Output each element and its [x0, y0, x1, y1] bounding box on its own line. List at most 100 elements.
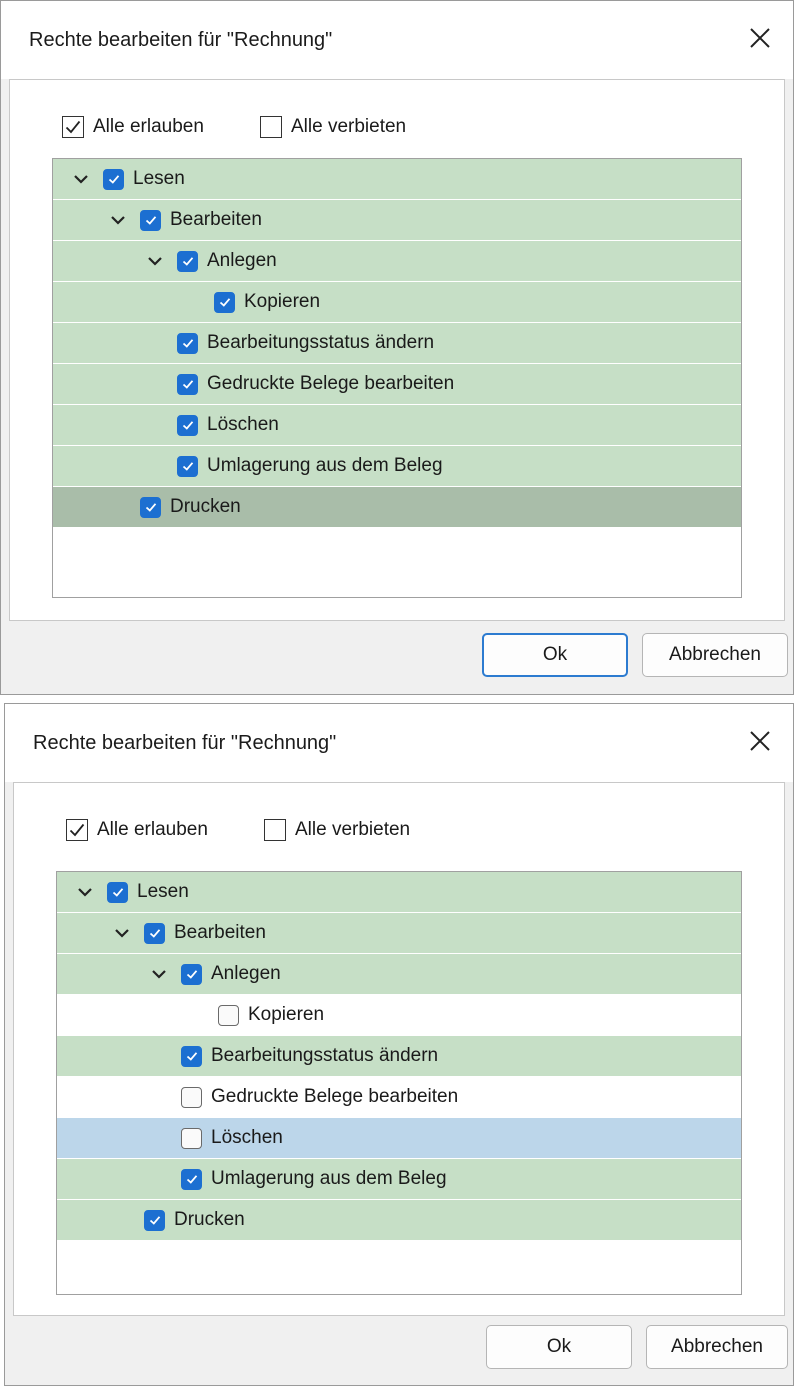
- permission-checkbox[interactable]: [177, 332, 198, 354]
- permission-label: Kopieren: [244, 291, 321, 312]
- tree-row[interactable]: Anlegen: [53, 241, 741, 282]
- cancel-button[interactable]: Abbrechen: [642, 633, 788, 677]
- allow-all-label: Alle erlauben: [93, 116, 204, 137]
- allow-all-label: Alle erlauben: [97, 819, 208, 840]
- permission-label: Lesen: [133, 168, 185, 189]
- permission-checkbox[interactable]: [107, 881, 128, 903]
- tree-row[interactable]: Bearbeitungsstatus ändern: [57, 1036, 741, 1077]
- permission-checkbox[interactable]: [177, 414, 198, 436]
- permission-label: Bearbeitungsstatus ändern: [207, 332, 435, 353]
- permission-label: Löschen: [211, 1127, 283, 1148]
- permission-label: Anlegen: [207, 250, 277, 271]
- permission-checkbox[interactable]: [181, 1086, 202, 1108]
- tree-row[interactable]: Anlegen: [57, 954, 741, 995]
- permissions-tree[interactable]: Lesen Bearbeiten Anlegen Kopieren Bearbeitun…: [56, 871, 742, 1295]
- permissions-tree[interactable]: Lesen Bearbeiten Anlegen Kopieren Bearbeitun…: [52, 158, 742, 598]
- checkbox-box: [62, 116, 84, 138]
- tree-row[interactable]: Drucken: [57, 1200, 741, 1241]
- permission-checkbox[interactable]: [177, 373, 198, 395]
- checkbox-box: [260, 116, 282, 138]
- title-bar: Rechte bearbeiten für "Rechnung": [5, 704, 793, 782]
- tree-row[interactable]: Bearbeitungsstatus ändern: [53, 323, 741, 364]
- permission-checkbox[interactable]: [103, 168, 124, 190]
- permission-label: Bearbeitungsstatus ändern: [211, 1045, 439, 1066]
- permission-label: Löschen: [207, 414, 279, 435]
- permission-label: Umlagerung aus dem Beleg: [207, 455, 443, 476]
- tree-row[interactable]: Löschen: [53, 405, 741, 446]
- allow-all-checkbox[interactable]: Alle erlauben: [62, 112, 204, 142]
- content-panel: Alle erlauben Alle verbieten Lesen Bearbe…: [13, 782, 785, 1316]
- permission-checkbox[interactable]: [214, 291, 235, 313]
- chevron-down-icon[interactable]: [149, 964, 169, 984]
- deny-all-label: Alle verbieten: [295, 819, 411, 840]
- tree-row[interactable]: Umlagerung aus dem Beleg: [57, 1159, 741, 1200]
- close-icon[interactable]: [745, 726, 775, 756]
- chevron-down-icon[interactable]: [108, 210, 128, 230]
- permission-label: Kopieren: [248, 1004, 325, 1025]
- cancel-label: Abbrechen: [671, 1336, 763, 1357]
- deny-all-checkbox[interactable]: Alle verbieten: [260, 112, 406, 142]
- chevron-down-icon[interactable]: [75, 882, 95, 902]
- permission-checkbox[interactable]: [140, 496, 161, 518]
- dialog-title: Rechte bearbeiten für "Rechnung": [33, 732, 337, 754]
- ok-button[interactable]: Ok: [482, 633, 628, 677]
- title-bar: Rechte bearbeiten für "Rechnung": [1, 1, 793, 79]
- permission-label: Drucken: [170, 496, 241, 517]
- close-icon[interactable]: [745, 23, 775, 53]
- checkbox-box: [264, 819, 286, 841]
- tree-row[interactable]: Lesen: [53, 159, 741, 200]
- chevron-down-icon[interactable]: [112, 923, 132, 943]
- dialog-title: Rechte bearbeiten für "Rechnung": [29, 29, 333, 51]
- deny-all-checkbox[interactable]: Alle verbieten: [264, 815, 410, 845]
- permission-checkbox[interactable]: [218, 1004, 239, 1026]
- permission-label: Umlagerung aus dem Beleg: [211, 1168, 447, 1189]
- tree-row[interactable]: Löschen: [57, 1118, 741, 1159]
- permission-label: Bearbeiten: [170, 209, 262, 230]
- chevron-down-icon[interactable]: [71, 169, 91, 189]
- tree-row[interactable]: Gedruckte Belege bearbeiten: [53, 364, 741, 405]
- tree-row[interactable]: Bearbeiten: [53, 200, 741, 241]
- permission-checkbox[interactable]: [140, 209, 161, 231]
- permission-checkbox[interactable]: [177, 455, 198, 477]
- permission-checkbox[interactable]: [181, 1168, 202, 1190]
- tree-row[interactable]: Lesen: [57, 872, 741, 913]
- ok-label: Ok: [546, 1336, 572, 1357]
- tree-row[interactable]: Kopieren: [57, 995, 741, 1036]
- permission-label: Drucken: [174, 1209, 245, 1230]
- tree-row[interactable]: Drucken: [53, 487, 741, 528]
- permission-label: Lesen: [137, 881, 189, 902]
- chevron-down-icon[interactable]: [145, 251, 165, 271]
- checkbox-box: [66, 819, 88, 841]
- permission-label: Gedruckte Belege bearbeiten: [207, 373, 455, 394]
- cancel-button[interactable]: Abbrechen: [646, 1325, 788, 1369]
- permission-checkbox[interactable]: [181, 1127, 202, 1149]
- allow-all-checkbox[interactable]: Alle erlauben: [66, 815, 208, 845]
- permission-checkbox[interactable]: [144, 1209, 165, 1231]
- tree-row[interactable]: Bearbeiten: [57, 913, 741, 954]
- permission-label: Anlegen: [211, 963, 281, 984]
- ok-button[interactable]: Ok: [486, 1325, 632, 1369]
- tree-row[interactable]: Kopieren: [53, 282, 741, 323]
- permission-checkbox[interactable]: [181, 963, 202, 985]
- permissions-dialog: Rechte bearbeiten für "Rechnung" Alle er…: [4, 703, 794, 1386]
- permission-checkbox[interactable]: [177, 250, 198, 272]
- tree-row[interactable]: Gedruckte Belege bearbeiten: [57, 1077, 741, 1118]
- cancel-label: Abbrechen: [669, 644, 761, 665]
- tree-row[interactable]: Umlagerung aus dem Beleg: [53, 446, 741, 487]
- permission-checkbox[interactable]: [144, 922, 165, 944]
- permission-checkbox[interactable]: [181, 1045, 202, 1067]
- permission-label: Bearbeiten: [174, 922, 266, 943]
- ok-label: Ok: [542, 644, 568, 665]
